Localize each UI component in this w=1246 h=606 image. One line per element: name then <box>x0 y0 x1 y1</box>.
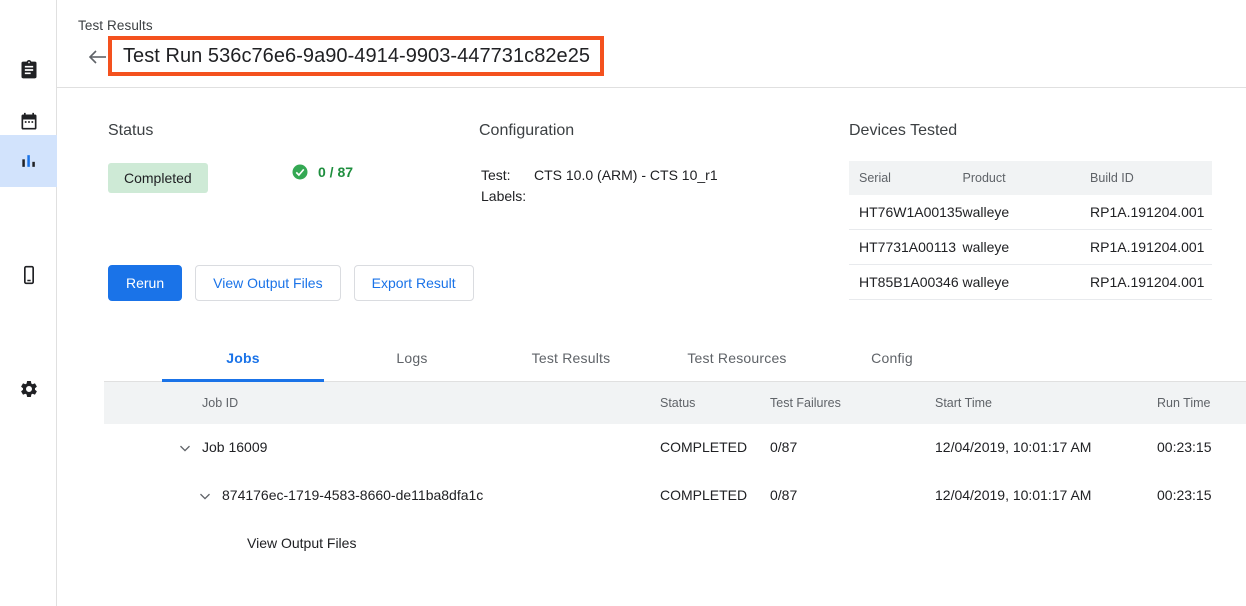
device-product: walleye <box>963 195 1091 230</box>
device-icon <box>19 265 39 285</box>
device-product: walleye <box>963 265 1091 300</box>
test-run-details-page: Test Results Test Run 536c76e6-9a90-4914… <box>0 0 1246 606</box>
configuration-list: Test: CTS 10.0 (ARM) - CTS 10_r1 Labels: <box>481 165 718 207</box>
job-id: Job 16009 <box>202 439 267 455</box>
jobs-col-job-id: Job ID <box>202 396 238 410</box>
calendar-icon <box>19 112 39 132</box>
job-run-time: 00:23:15 <box>1157 439 1212 455</box>
pass-count-label: 0 / 87 <box>318 164 353 180</box>
title-highlight-box: Test Run 536c76e6-9a90-4914-9903-447731c… <box>108 36 604 76</box>
devices-header-row: Serial Product Build ID <box>849 161 1212 195</box>
devices-table-head: Serial Product Build ID <box>849 161 1212 195</box>
page-title: Test Run 536c76e6-9a90-4914-9903-447731c… <box>123 45 590 68</box>
tab-config[interactable]: Config <box>837 334 947 382</box>
jobs-table-body: Job 16009 COMPLETED 0/87 12/04/2019, 10:… <box>104 424 1246 568</box>
table-row[interactable]: Job 16009 COMPLETED 0/87 12/04/2019, 10:… <box>104 424 1246 472</box>
table-row[interactable]: 874176ec-1719-4583-8660-de11ba8dfa1c COM… <box>104 472 1246 520</box>
devices-table-body: HT76W1A00135 walleye RP1A.191204.001 HT7… <box>849 195 1212 300</box>
job-failures: 0/87 <box>770 487 797 503</box>
page-body: Status Completed 0 / 87 Rerun View Outpu… <box>57 89 1246 606</box>
configuration-section-title: Configuration <box>479 122 574 140</box>
devices-section-title: Devices Tested <box>849 122 957 140</box>
configuration-row: Labels: <box>481 186 718 207</box>
devices-col-serial: Serial <box>849 161 963 195</box>
table-row: HT7731A00113 walleye RP1A.191204.001 <box>849 230 1212 265</box>
clipboard-icon <box>19 60 39 80</box>
tab-logs[interactable]: Logs <box>352 334 472 382</box>
view-output-files-link[interactable]: View Output Files <box>247 535 356 551</box>
jobs-col-status: Status <box>660 396 695 410</box>
job-run-time: 00:23:15 <box>1157 487 1212 503</box>
check-circle-icon <box>291 163 309 181</box>
pass-count: 0 / 87 <box>291 163 353 181</box>
export-result-button[interactable]: Export Result <box>354 265 474 301</box>
job-id: 874176ec-1719-4583-8660-de11ba8dfa1c <box>222 487 483 503</box>
job-start-time: 12/04/2019, 10:01:17 AM <box>935 439 1091 455</box>
page-header: Test Results Test Run 536c76e6-9a90-4914… <box>57 0 1246 88</box>
configuration-key: Labels: <box>481 186 534 207</box>
device-build-id: RP1A.191204.001 <box>1090 265 1212 300</box>
sidebar-item-devices[interactable] <box>0 249 57 301</box>
job-status: COMPLETED <box>660 439 747 455</box>
gear-icon <box>19 379 39 399</box>
devices-col-product: Product <box>963 161 1091 195</box>
configuration-key: Test: <box>481 165 534 186</box>
jobs-table-header: Job ID Status Test Failures Start Time R… <box>104 382 1246 424</box>
action-button-row: Rerun View Output Files Export Result <box>108 265 474 301</box>
sidebar-item-test-plans[interactable] <box>0 44 57 96</box>
arrow-left-icon <box>86 45 110 69</box>
chevron-down-icon[interactable] <box>176 439 194 457</box>
job-failures: 0/87 <box>770 439 797 455</box>
device-serial: HT76W1A00135 <box>849 195 963 230</box>
job-start-time: 12/04/2019, 10:01:17 AM <box>935 487 1091 503</box>
tab-test-resources[interactable]: Test Resources <box>657 334 817 382</box>
device-serial: HT7731A00113 <box>849 230 963 265</box>
tab-jobs[interactable]: Jobs <box>162 334 324 382</box>
configuration-value: CTS 10.0 (ARM) - CTS 10_r1 <box>534 165 718 186</box>
bar-chart-icon <box>19 151 39 171</box>
device-build-id: RP1A.191204.001 <box>1090 195 1212 230</box>
tab-test-results[interactable]: Test Results <box>504 334 638 382</box>
table-row: HT85B1A00346 walleye RP1A.191204.001 <box>849 265 1212 300</box>
device-serial: HT85B1A00346 <box>849 265 963 300</box>
device-build-id: RP1A.191204.001 <box>1090 230 1212 265</box>
view-output-files-button[interactable]: View Output Files <box>195 265 340 301</box>
status-section-title: Status <box>108 122 153 140</box>
rerun-button[interactable]: Rerun <box>108 265 182 301</box>
breadcrumb: Test Results <box>78 18 153 33</box>
tab-bar: Jobs Logs Test Results Test Resources Co… <box>104 334 1246 382</box>
back-button[interactable] <box>86 45 110 69</box>
job-status: COMPLETED <box>660 487 747 503</box>
jobs-col-test-failures: Test Failures <box>770 396 841 410</box>
jobs-col-run-time: Run Time <box>1157 396 1211 410</box>
devices-table: Serial Product Build ID HT76W1A00135 wal… <box>849 161 1212 300</box>
configuration-row: Test: CTS 10.0 (ARM) - CTS 10_r1 <box>481 165 718 186</box>
device-product: walleye <box>963 230 1091 265</box>
job-output-files-row: View Output Files <box>104 520 1246 568</box>
devices-col-build-id: Build ID <box>1090 161 1212 195</box>
jobs-col-start-time: Start Time <box>935 396 992 410</box>
sidebar <box>0 0 57 606</box>
chevron-down-icon[interactable] <box>196 487 214 505</box>
sidebar-item-settings[interactable] <box>0 363 57 415</box>
sidebar-item-test-results[interactable] <box>0 135 57 187</box>
status-badge: Completed <box>108 163 208 193</box>
table-row: HT76W1A00135 walleye RP1A.191204.001 <box>849 195 1212 230</box>
